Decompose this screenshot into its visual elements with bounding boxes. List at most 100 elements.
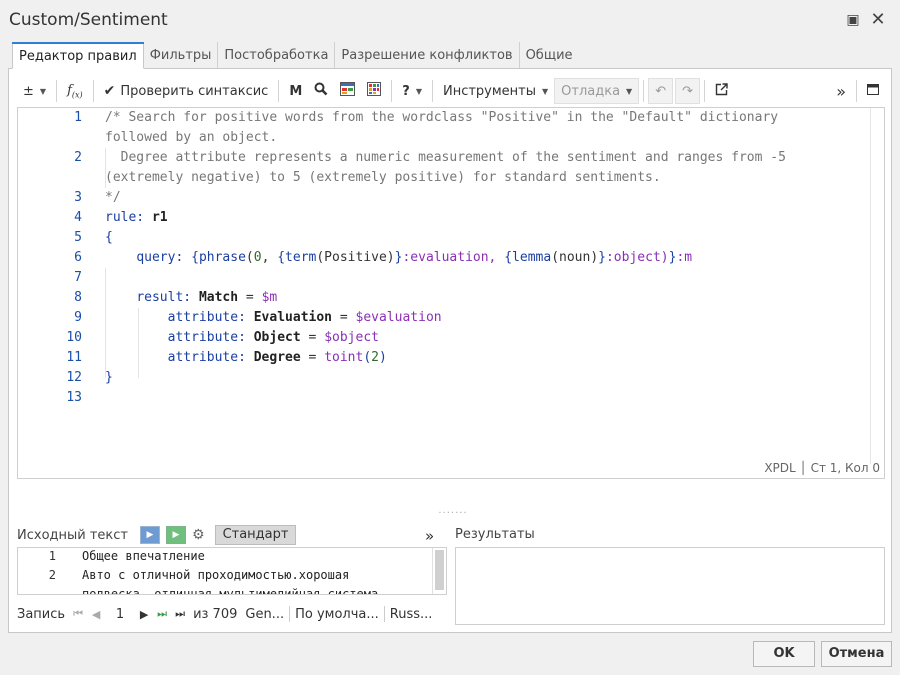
line-number: 9 — [74, 310, 82, 325]
tab-rule-editor[interactable]: Редактор правил — [12, 42, 144, 69]
m-button[interactable]: M — [283, 78, 308, 104]
debug-dropdown[interactable]: Отладка ▼ — [554, 78, 640, 104]
tab-general[interactable]: Общие — [520, 42, 579, 69]
code-editor[interactable]: 1 2 3 4 5 6 7 8 9 10 11 12 13 /* Search … — [17, 107, 885, 479]
zoom-button[interactable] — [308, 78, 334, 104]
editor-status: XPDL │ Ст 1, Кол 0 — [764, 461, 880, 475]
more-button[interactable]: » — [830, 78, 852, 104]
code-function: term — [285, 250, 317, 265]
next-match-icon[interactable]: ⏭ — [153, 607, 171, 621]
toolbar-divider — [856, 80, 857, 102]
row-number: 1 — [48, 549, 56, 563]
maximize-editor-button[interactable] — [861, 78, 885, 104]
tab-conflict-resolution[interactable]: Разрешение конфликтов — [335, 42, 520, 69]
run-icon: ▶ — [172, 530, 180, 540]
code-operator: = — [300, 350, 325, 365]
code-brace: { — [504, 250, 513, 265]
code-keyword: result: — [136, 290, 192, 305]
code-brace: } — [105, 370, 113, 385]
code-comment: */ — [105, 190, 121, 205]
line-number: 12 — [66, 370, 82, 385]
source-text-area[interactable]: 1 Общее впечатление 2 Авто с отличной прох… — [17, 547, 447, 595]
maximize-icon[interactable]: ▣ — [845, 12, 861, 28]
code-rule-name: r1 — [151, 210, 168, 225]
code-attribute-name: Degree — [253, 350, 301, 365]
first-record-icon[interactable]: ⏮ — [69, 607, 87, 621]
total-records: из 709 — [193, 606, 238, 622]
prev-record-icon[interactable]: ◀ — [87, 608, 105, 621]
double-chevron-right-icon: » — [836, 81, 846, 101]
source-scrollbar[interactable] — [432, 548, 446, 594]
code-line-rule: rule: r1 — [105, 210, 168, 225]
undo-button[interactable]: ↶ — [648, 78, 674, 104]
field-genre[interactable]: Gen... — [245, 607, 284, 622]
external-link-icon — [715, 82, 728, 100]
code-keyword: attribute: — [167, 330, 246, 345]
grid-button[interactable] — [361, 78, 387, 104]
chevron-down-icon: ▼ — [39, 86, 47, 96]
undo-icon: ↶ — [655, 83, 667, 99]
cancel-button[interactable]: Отмена — [821, 641, 892, 667]
splitter-handle[interactable]: ....... — [437, 506, 469, 516]
run-button[interactable]: ▶ — [166, 526, 186, 544]
line-number: 4 — [74, 210, 82, 225]
code-comment: (extremely negative) to 5 (extremely pos… — [105, 170, 661, 185]
editor-scrollbar[interactable] — [870, 108, 884, 464]
field-default[interactable]: По умолча... — [295, 607, 379, 622]
redo-button[interactable]: ↷ — [675, 78, 701, 104]
line-number: 3 — [74, 190, 82, 205]
line-number: 7 — [74, 270, 82, 285]
gear-icon[interactable]: ⚙ — [192, 527, 205, 543]
tab-bar: Редактор правил Фильтры Постобработка Ра… — [12, 42, 579, 69]
current-record[interactable]: 1 — [105, 607, 135, 622]
checkmark-icon: ✔ — [103, 83, 116, 99]
code-variable: $m — [261, 290, 278, 305]
open-external-button[interactable] — [709, 78, 734, 104]
rule-editor-panel: ± ▼ f(x) ✔ Проверить синтаксис M ? ▼ Инстру… — [8, 68, 892, 633]
toolbar-divider — [391, 80, 393, 102]
last-record-icon[interactable]: ⏭ — [171, 607, 189, 621]
code-keyword: attribute: — [167, 350, 246, 365]
play-button[interactable]: ▶ — [140, 526, 160, 544]
results-area[interactable] — [455, 547, 885, 625]
mode-toggle[interactable]: Стандарт — [214, 525, 297, 545]
code-text: , — [261, 250, 278, 265]
code-comment: Degree attribute represents a numeric me… — [105, 150, 786, 165]
scroll-thumb[interactable] — [435, 550, 444, 590]
ok-button[interactable]: OK — [753, 641, 815, 667]
field-language[interactable]: Russ... — [390, 607, 433, 622]
code-brace: { — [277, 250, 286, 265]
next-record-icon[interactable]: ▶ — [135, 608, 153, 621]
code-label: :evaluation, — [402, 250, 505, 265]
line-number: 13 — [66, 390, 82, 405]
help-dropdown[interactable]: ? ▼ — [396, 78, 428, 104]
chevron-down-icon: ▼ — [626, 86, 633, 96]
redo-icon: ↷ — [682, 83, 694, 99]
line-number: 6 — [74, 250, 82, 265]
code-text: (noun) — [551, 250, 599, 265]
tools-label: Инструменты — [442, 83, 536, 99]
code-brace: } — [598, 250, 606, 265]
code-attribute-name: Object — [253, 330, 301, 345]
code-paren: ( — [363, 350, 372, 365]
tab-postprocessing[interactable]: Постобработка — [218, 42, 336, 69]
table-button[interactable] — [334, 78, 361, 104]
m-icon: M — [289, 83, 303, 99]
code-label: :object) — [605, 250, 669, 265]
code-number: 0 — [253, 250, 262, 265]
toolbar-divider — [643, 80, 645, 102]
plus-minus-dropdown[interactable]: ± ▼ — [17, 78, 52, 104]
code-line-attribute: attribute: Degree = toint(2) — [105, 350, 387, 365]
check-syntax-button[interactable]: ✔ Проверить синтаксис — [98, 78, 275, 104]
close-icon[interactable]: ✕ — [870, 11, 886, 29]
tab-filters[interactable]: Фильтры — [144, 42, 219, 69]
table-icon — [340, 82, 356, 100]
line-number: 2 — [74, 150, 82, 165]
function-button[interactable]: f(x) — [61, 78, 89, 104]
row-number: 2 — [48, 568, 56, 582]
line-number: 5 — [74, 230, 82, 245]
double-chevron-right-icon[interactable]: » — [425, 527, 434, 545]
plus-minus-icon: ± — [23, 83, 34, 99]
grid-icon — [367, 82, 382, 100]
tools-dropdown[interactable]: Инструменты ▼ — [437, 78, 554, 104]
